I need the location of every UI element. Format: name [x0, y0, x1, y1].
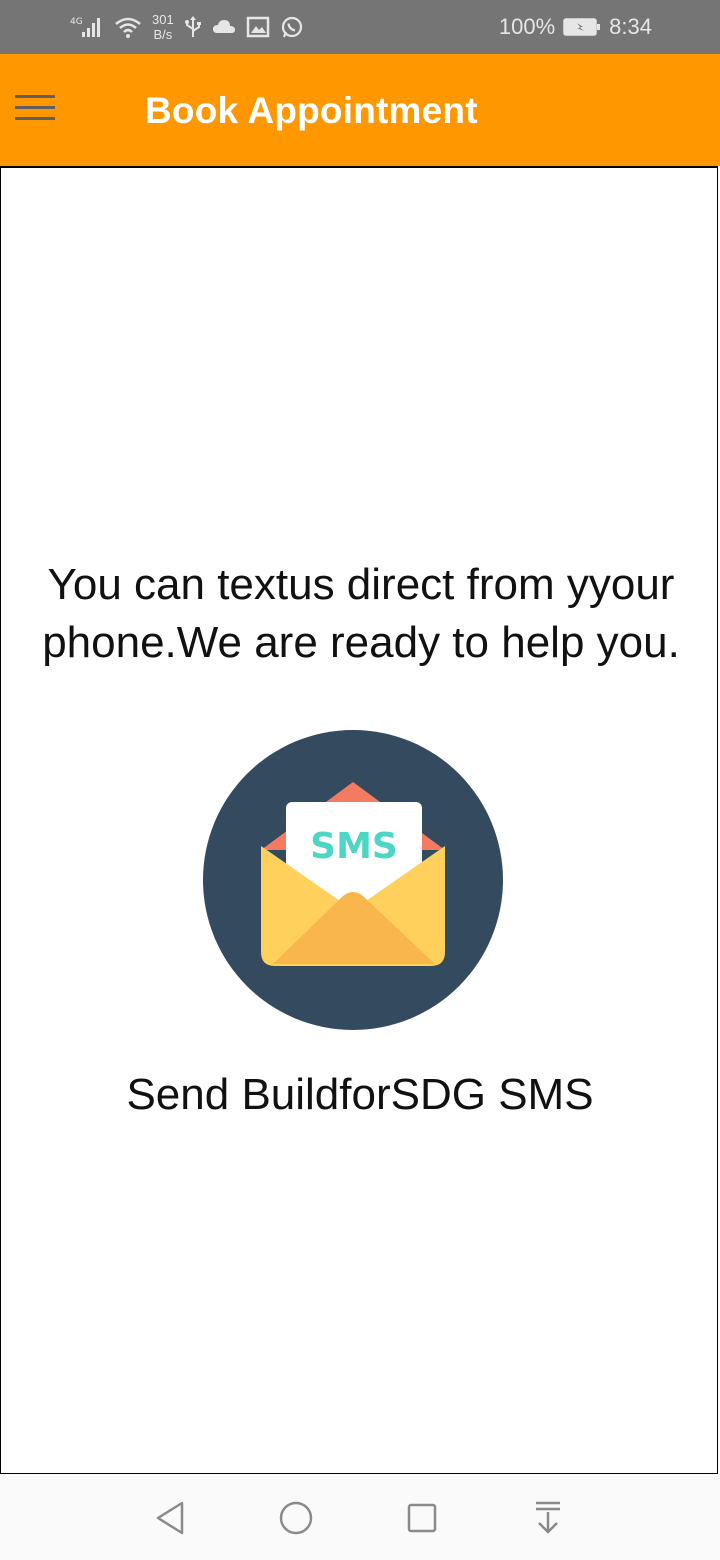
network-speed-value: 301: [152, 12, 174, 27]
status-bar: 4G 301 B/s 100% 8:34: [0, 0, 720, 54]
navigation-bar: [0, 1476, 720, 1560]
whatsapp-icon: [280, 15, 304, 39]
status-right: 100% 8:34: [499, 8, 652, 46]
clock: 8:34: [609, 14, 652, 39]
network-speed-unit: B/s: [153, 27, 173, 42]
recents-icon[interactable]: [402, 1498, 442, 1538]
network-speed: 301 B/s: [152, 12, 174, 42]
wifi-icon: [114, 15, 142, 39]
sms-envelope-icon[interactable]: SMS: [203, 730, 503, 1030]
hamburger-menu-icon[interactable]: [15, 95, 55, 125]
usb-icon: [184, 15, 202, 39]
back-icon[interactable]: [150, 1498, 190, 1538]
gallery-icon: [246, 15, 270, 39]
info-message: You can textus direct from yyour phone.W…: [42, 560, 680, 667]
sms-label: SMS: [310, 826, 398, 867]
cellular-signal-icon: 4G: [70, 15, 104, 39]
send-sms-link[interactable]: Send BuildforSDG SMS: [1, 1070, 719, 1120]
home-icon[interactable]: [276, 1498, 316, 1538]
notification-pull-icon[interactable]: [528, 1498, 568, 1538]
svg-text:4G: 4G: [70, 17, 83, 27]
status-left: 4G 301 B/s: [70, 8, 304, 46]
app-bar: Book Appointment: [0, 54, 720, 166]
content-panel: You can textus direct from yyour phone.W…: [0, 166, 718, 1474]
page-title: Book Appointment: [145, 90, 478, 131]
battery-charging-icon: [563, 17, 601, 37]
battery-percent: 100%: [498, 14, 556, 39]
cloud-icon: [212, 15, 236, 39]
